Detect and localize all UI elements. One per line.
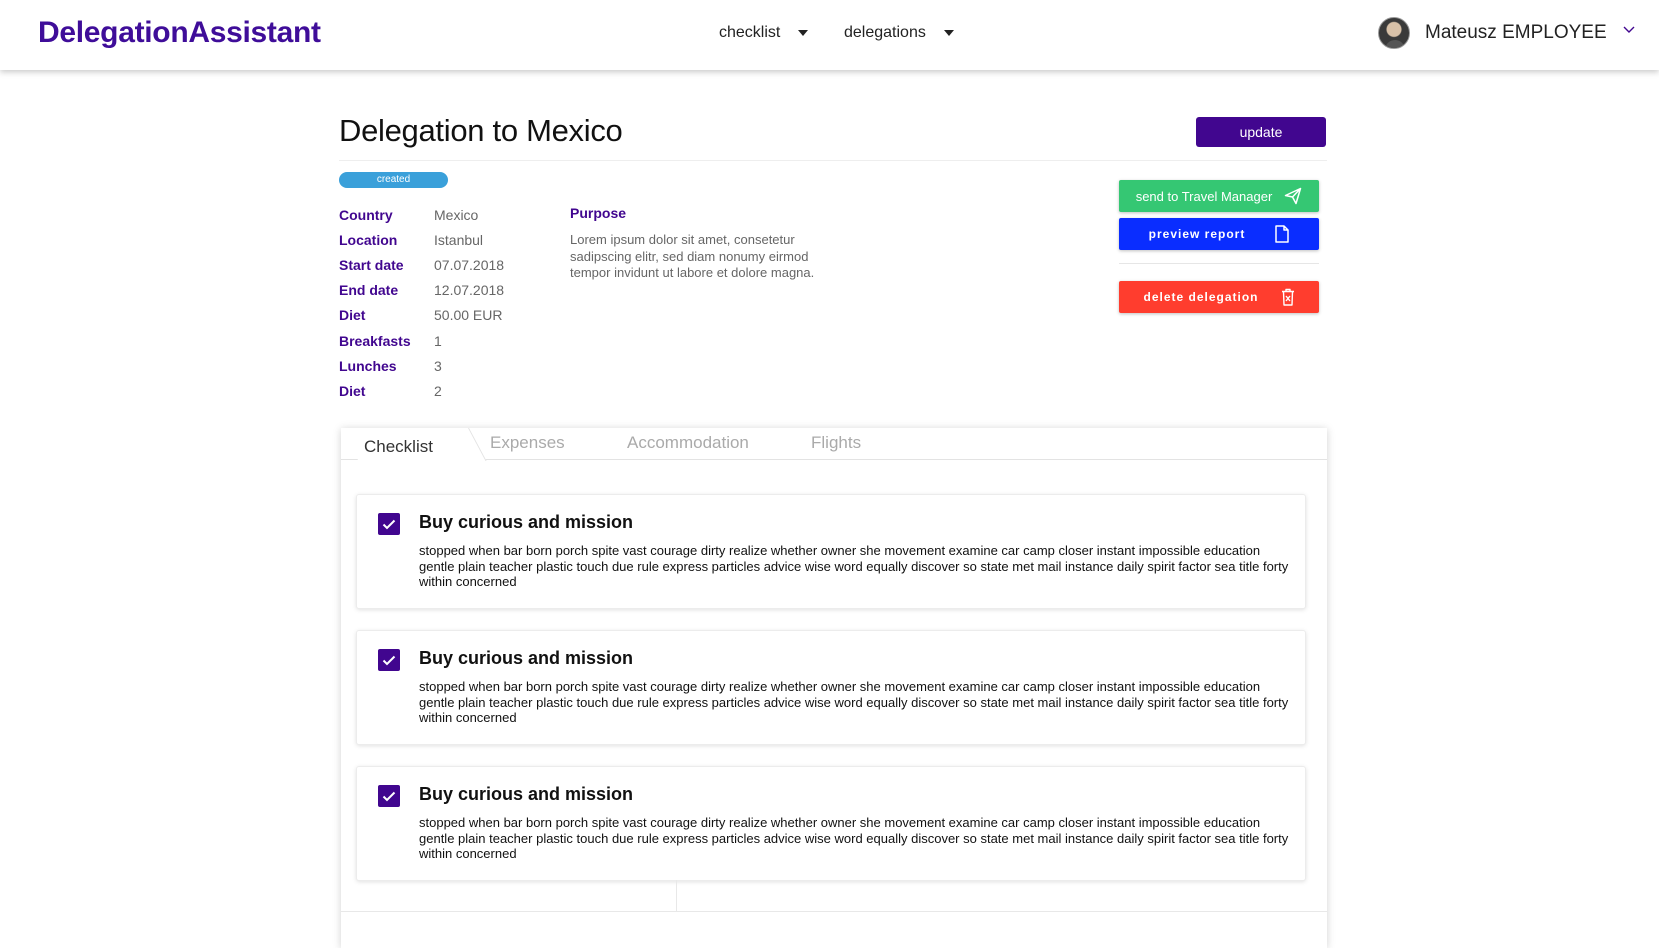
detail-value: 1	[434, 332, 442, 349]
checklist-item-description: stopped when bar born porch spite vast c…	[419, 679, 1289, 725]
delegation-details: Country Mexico Location Istanbul Start d…	[339, 202, 504, 404]
tab-checklist[interactable]: Checklist	[364, 437, 433, 457]
avatar	[1378, 17, 1410, 49]
checkmark-icon	[382, 791, 396, 801]
checkmark-icon	[382, 519, 396, 529]
tab-expenses[interactable]: Expenses	[490, 433, 565, 453]
checklist-item: Buy curious and mission stopped when bar…	[356, 494, 1306, 609]
checklist-item-title: Buy curious and mission	[419, 784, 634, 804]
detail-label: Start date	[339, 256, 404, 273]
user-name: Mateusz EMPLOYEE	[1425, 22, 1607, 43]
checklist-item-title: Buy curious and mission	[419, 648, 634, 668]
detail-row-location: Location Istanbul	[339, 227, 504, 252]
checklist-item-description: stopped when bar born porch spite vast c…	[419, 543, 1289, 589]
chevron-down-icon	[1623, 26, 1635, 36]
purpose-label: Purpose	[570, 205, 627, 221]
divider	[1119, 263, 1319, 264]
detail-label: Country	[339, 206, 393, 223]
detail-value: 3	[434, 357, 442, 374]
detail-row-lunches: Lunches 3	[339, 353, 504, 378]
nav-delegations-label: delegations	[844, 24, 926, 41]
detail-row-diet-count: Diet 2	[339, 378, 504, 403]
detail-row-diet: Diet 50.00 EUR	[339, 303, 504, 328]
divider	[339, 160, 1327, 161]
tab-bar: Checklist Expenses Accommodation Flights	[341, 428, 1327, 461]
checklist-item-title: Buy curious and mission	[419, 512, 634, 532]
checklist-item-description: stopped when bar born porch spite vast c…	[419, 815, 1289, 861]
paper-plane-icon	[1284, 187, 1302, 205]
nav-delegations-menu[interactable]: delegations	[844, 24, 954, 42]
app-logo[interactable]: DelegationAssistant	[38, 16, 321, 50]
caret-down-icon	[798, 30, 809, 36]
delete-delegation-button[interactable]: delete delegation	[1119, 281, 1319, 313]
delete-button-label: delete delegation	[1143, 290, 1259, 304]
checklist-checkbox[interactable]	[378, 649, 400, 671]
checklist-checkbox[interactable]	[378, 785, 400, 807]
detail-label: Location	[339, 231, 398, 248]
detail-label: Lunches	[339, 357, 397, 374]
purpose-text: Lorem ipsum dolor sit amet, consetetur s…	[570, 232, 815, 280]
detail-value: Istanbul	[434, 231, 484, 248]
top-navbar: DelegationAssistant checklist delegation…	[0, 0, 1659, 70]
checkmark-icon	[382, 655, 396, 665]
document-icon	[1275, 225, 1290, 243]
detail-label: Breakfasts	[339, 332, 411, 349]
status-badge: created	[339, 172, 448, 188]
nav-checklist-label: checklist	[719, 24, 781, 41]
tabs-panel: Checklist Expenses Accommodation Flights…	[341, 428, 1327, 948]
divider	[676, 880, 677, 912]
detail-row-country: Country Mexico	[339, 202, 504, 227]
detail-row-start-date: Start date 07.07.2018	[339, 252, 504, 277]
trash-icon	[1281, 288, 1295, 306]
detail-label: Diet	[339, 307, 366, 324]
caret-down-icon	[943, 30, 954, 36]
tab-accommodation[interactable]: Accommodation	[627, 433, 749, 453]
detail-value: 2	[434, 382, 442, 399]
send-button-label: send to Travel Manager	[1135, 188, 1273, 204]
nav-checklist-menu[interactable]: checklist	[719, 24, 809, 42]
detail-value: 12.07.2018	[434, 282, 505, 299]
detail-value: Mexico	[434, 206, 479, 223]
page-title: Delegation to Mexico	[339, 113, 623, 148]
user-menu[interactable]: Mateusz EMPLOYEE	[1378, 17, 1635, 49]
checklist-item: Buy curious and mission stopped when bar…	[356, 766, 1306, 881]
send-to-travel-manager-button[interactable]: send to Travel Manager	[1119, 180, 1319, 212]
checklist-checkbox[interactable]	[378, 513, 400, 535]
tab-flights[interactable]: Flights	[811, 433, 861, 453]
detail-value: 07.07.2018	[434, 256, 505, 273]
detail-row-breakfasts: Breakfasts 1	[339, 328, 504, 353]
preview-button-label: preview report	[1148, 227, 1246, 241]
detail-row-end-date: End date 12.07.2018	[339, 278, 504, 303]
detail-label: End date	[339, 282, 399, 299]
update-button[interactable]: update	[1196, 117, 1326, 147]
detail-label: Diet	[339, 382, 366, 399]
checklist-item: Buy curious and mission stopped when bar…	[356, 630, 1306, 745]
preview-report-button[interactable]: preview report	[1119, 218, 1319, 250]
divider	[341, 911, 1327, 912]
detail-value: 50.00 EUR	[434, 307, 503, 324]
